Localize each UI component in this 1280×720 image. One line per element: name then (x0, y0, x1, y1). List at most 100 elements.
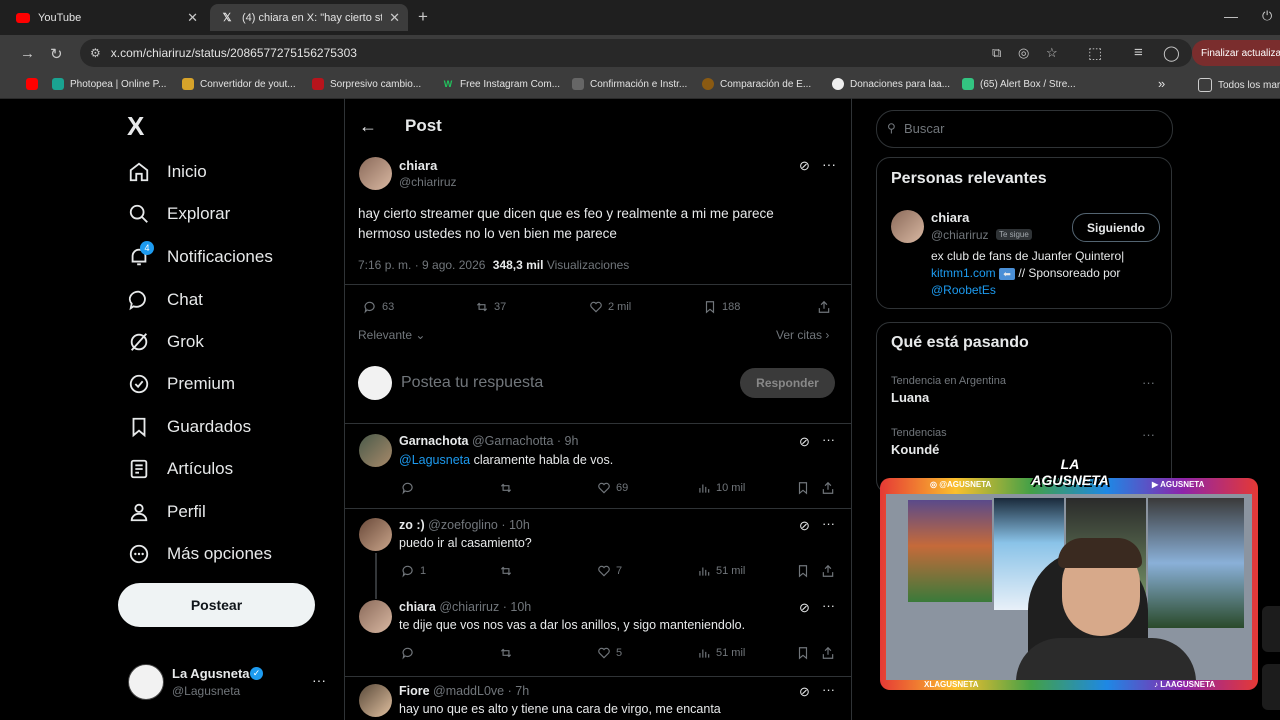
views-stat[interactable]: 51 mil (697, 646, 745, 660)
author-handle[interactable]: @chiariruz (399, 175, 457, 189)
more-bookmarks-button[interactable]: » (1158, 76, 1165, 91)
mention-link[interactable]: @Lagusneta (399, 453, 470, 467)
install-icon[interactable]: ⧉ (992, 45, 1001, 61)
avatar[interactable] (359, 157, 392, 190)
reply-item[interactable]: Fiore @maddL0ve · 7h ⊘ ··· hay uno que e… (345, 676, 851, 720)
star-icon[interactable]: ☆ (1046, 45, 1058, 61)
bio-mention[interactable]: @RoobetEs (931, 282, 1163, 299)
nav-premium[interactable]: Premium (128, 369, 235, 399)
share-stat[interactable] (821, 481, 840, 495)
view-quotes-link[interactable]: Ver citas › (776, 328, 829, 342)
like-stat[interactable]: 7 (597, 564, 622, 578)
bookmark-item[interactable]: Sorpresivo cambio... (312, 78, 421, 90)
tab-youtube[interactable]: YouTube ✕ (6, 4, 206, 31)
repost-stat[interactable] (499, 481, 518, 495)
reply-stat[interactable] (401, 646, 420, 660)
reply-item[interactable]: zo :) @zoefoglino · 10h ⊘ ··· puedo ir a… (345, 508, 851, 599)
all-bookmarks-folder[interactable]: Todos los mar (1198, 78, 1280, 92)
bookmark-item[interactable]: Donaciones para laa... (832, 78, 950, 90)
avatar[interactable] (359, 684, 392, 717)
close-icon[interactable]: ✕ (187, 10, 198, 26)
extensions-icon[interactable]: ⬚ (1088, 44, 1102, 62)
avatar[interactable] (359, 434, 392, 467)
forward-icon[interactable]: → (20, 45, 35, 62)
views-stat[interactable]: 51 mil (697, 564, 745, 578)
side-widget[interactable] (1262, 606, 1280, 652)
reply-author-name[interactable]: zo :) (399, 518, 425, 532)
post-button[interactable]: Postear (118, 583, 315, 627)
reading-list-icon[interactable]: ≡ (1134, 44, 1143, 61)
tab-x-post[interactable]: 𝕏 (4) chiara en X: "hay cierto strea ✕ (210, 4, 408, 31)
bookmark-item[interactable]: Photopea | Online P... (52, 78, 166, 90)
nav-more[interactable]: Más opciones (128, 539, 272, 569)
more-icon[interactable]: ··· (1142, 427, 1155, 442)
side-widget[interactable] (1262, 664, 1280, 710)
like-stat[interactable]: 69 (597, 481, 628, 495)
bookmark-item[interactable]: (65) Alert Box / Stre... (962, 78, 1076, 90)
new-tab-button[interactable]: + (418, 7, 428, 27)
bookmark-item[interactable]: Convertidor de yout... (182, 78, 296, 90)
more-icon[interactable]: ··· (1142, 375, 1155, 390)
more-icon[interactable]: ··· (312, 672, 326, 688)
nav-profile[interactable]: Perfil (128, 497, 206, 527)
address-bar[interactable]: ⚙ x.com/chiariruz/status/208657727515627… (80, 39, 1192, 67)
back-arrow-icon[interactable]: ← (359, 116, 377, 137)
post-time[interactable]: 7:16 p. m. · 9 ago. 2026 (358, 258, 485, 272)
reply-item[interactable]: chiara @chiariruz · 10h ⊘ ··· te dije qu… (345, 590, 851, 674)
more-icon[interactable]: ··· (822, 156, 836, 172)
bookmark-stat[interactable] (796, 564, 815, 578)
eye-off-icon[interactable]: ◎ (1018, 45, 1029, 61)
nav-grok[interactable]: Grok (128, 327, 204, 357)
profile-icon[interactable]: ◯ (1163, 44, 1180, 62)
bookmark-stat[interactable] (796, 646, 815, 660)
grok-icon[interactable]: ⊘ (799, 684, 810, 700)
reload-icon[interactable]: ↻ (50, 45, 63, 63)
bookmark-youtube[interactable] (26, 78, 44, 90)
share-stat[interactable] (821, 564, 840, 578)
grok-icon[interactable]: ⊘ (799, 600, 810, 616)
bookmark-item[interactable]: Comparación de E... (702, 78, 811, 90)
minimize-icon[interactable]: — (1224, 8, 1238, 24)
reply-stat[interactable] (401, 481, 420, 495)
search-input[interactable]: ⚲ Buscar (876, 110, 1173, 148)
reply-button[interactable]: Responder (740, 368, 835, 398)
site-settings-icon[interactable]: ⚙ (90, 46, 101, 60)
nav-home[interactable]: Inicio (128, 157, 207, 187)
more-icon[interactable]: ··· (822, 432, 835, 447)
x-logo[interactable]: X (127, 111, 144, 142)
reply-item[interactable]: Garnachota @Garnachotta · 9h ⊘ ··· @Lagu… (345, 424, 851, 506)
sort-dropdown[interactable]: Relevante ⌄ (358, 328, 425, 342)
reply-author-name[interactable]: chiara (399, 600, 436, 614)
like-stat[interactable]: 2 mil (589, 300, 631, 314)
grok-icon[interactable]: ⊘ (799, 518, 810, 534)
repost-stat[interactable] (499, 564, 518, 578)
nav-notifications[interactable]: Notificaciones 4 (128, 241, 273, 272)
views-stat[interactable]: 10 mil (697, 481, 745, 495)
reply-stat[interactable]: 1 (401, 564, 426, 578)
avatar[interactable] (359, 518, 392, 551)
like-stat[interactable]: 5 (597, 646, 622, 660)
avatar[interactable] (891, 210, 924, 243)
avatar[interactable] (359, 600, 392, 633)
author-name[interactable]: chiara (399, 158, 437, 173)
reply-author-name[interactable]: Fiore (399, 684, 430, 698)
nav-explore[interactable]: Explorar (128, 199, 230, 229)
finish-update-button[interactable]: Finalizar actualiza (1192, 40, 1280, 66)
repost-stat[interactable]: 37 (475, 300, 506, 314)
reply-stat[interactable]: 63 (363, 300, 394, 314)
grok-icon[interactable]: ⊘ (799, 434, 810, 450)
reply-handle[interactable]: @chiariruz (439, 600, 499, 614)
nav-bookmarks[interactable]: Guardados (128, 412, 251, 442)
repost-stat[interactable] (499, 646, 518, 660)
share-stat[interactable] (817, 300, 836, 314)
following-button[interactable]: Siguiendo (1072, 213, 1160, 242)
bookmark-stat[interactable] (796, 481, 815, 495)
reply-handle[interactable]: @Garnachotta (472, 434, 553, 448)
power-icon[interactable]: ⏻ (1262, 8, 1272, 24)
reply-handle[interactable]: @zoefoglino (428, 518, 498, 532)
bookmark-stat[interactable]: 188 (703, 300, 740, 314)
trend-item[interactable]: Tendencias Koundé ··· (877, 423, 1171, 471)
more-icon[interactable]: ··· (822, 682, 835, 697)
trend-item[interactable]: Tendencia en Argentina Luana ··· (877, 371, 1171, 419)
person-handle[interactable]: @chiariruz (931, 228, 989, 242)
